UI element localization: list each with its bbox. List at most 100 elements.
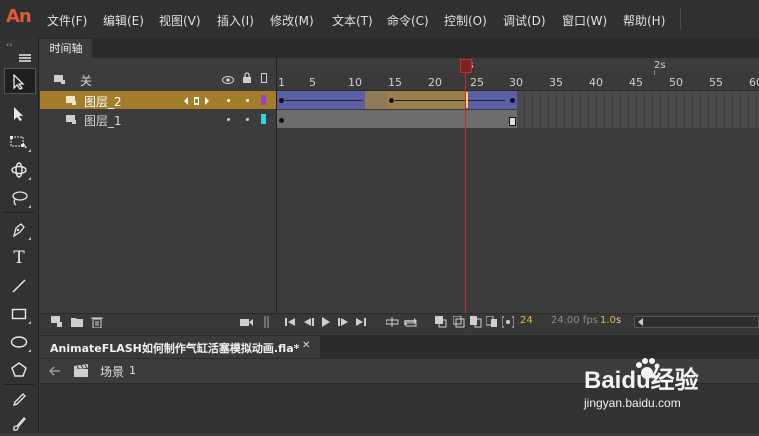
selection-tool-icon[interactable] [6,70,32,94]
tab-timeline[interactable]: 时间轴 [40,39,92,58]
ruler-frame-label: 20 [428,76,442,89]
lock-all-icon[interactable] [242,72,252,87]
collapse-panel-button[interactable]: ‹‹ [6,40,12,49]
menu-edit[interactable]: 编辑(E) [103,12,144,29]
lock-dot[interactable] [246,118,249,121]
document-tab-title[interactable]: AnimateFLASH如何制作气缸活塞模拟动画.fla* [50,340,299,356]
oval-tool-icon[interactable] [6,330,32,354]
ruler-frame-label: 5 [309,76,316,89]
tools-panel: ‹‹ T [0,38,39,433]
menu-text[interactable]: 文本(T) [332,12,373,29]
empty-frames-grid[interactable] [517,91,759,128]
loop-icon[interactable] [385,316,399,330]
text-tool-icon[interactable]: T [6,246,32,270]
keyframe-dot[interactable] [510,98,515,103]
layer-folder-icon [54,73,65,84]
pen-tool-icon[interactable] [6,218,32,242]
layer-color-swatch[interactable] [261,95,266,105]
tween-arrow [285,100,363,101]
horizontal-scrollbar[interactable] [634,316,759,328]
ruler-frame-label: 35 [549,76,563,89]
panel-menu-icon[interactable] [19,54,31,62]
keyframe-dot[interactable] [279,118,284,123]
show-hide-all-icon[interactable] [222,74,234,88]
elapsed-time-readout[interactable]: 1.0 [600,315,616,326]
panel-grip-icon[interactable] [264,316,270,331]
delete-layer-icon[interactable] [91,316,103,331]
go-to-last-frame-icon[interactable] [356,316,367,330]
menu-modify[interactable]: 修改(M) [270,12,314,29]
layer-color-swatch[interactable] [261,114,266,124]
layer-row-1[interactable]: 图层_1 [40,110,276,128]
layer-type-icon [66,95,77,109]
ruler-frame-label: 25 [470,76,484,89]
new-layer-icon[interactable] [51,316,63,331]
keyframe-dot[interactable] [389,98,394,103]
edit-multiple-frames-icon[interactable] [485,315,498,331]
document-tab[interactable]: AnimateFLASH如何制作气缸活塞模拟动画.fla* ✕ [40,336,320,358]
ruler-frame-label: 30 [509,76,523,89]
menu-commands[interactable]: 命令(C) [387,12,429,29]
menu-control[interactable]: 控制(O) [444,12,487,29]
ruler-frame-label: 40 [589,76,603,89]
playhead-line[interactable] [465,72,466,336]
keyframe-dot[interactable] [279,98,284,103]
step-back-icon[interactable] [303,316,314,330]
close-tab-icon[interactable]: ✕ [302,340,310,351]
static-frame-span[interactable] [277,110,517,128]
modify-markers-icon[interactable] [501,316,515,331]
outline-all-icon[interactable] [261,73,267,83]
subselection-tool-icon[interactable] [6,102,32,126]
layer-name[interactable]: 图层_1 [84,112,122,129]
rectangle-tool-icon[interactable] [6,302,32,326]
app-logo: An [6,6,32,27]
polystar-tool-icon[interactable] [6,358,32,382]
center-frame-icon[interactable] [435,316,447,331]
watermark-url: jingyan.baidu.com [584,396,681,410]
line-tool-icon[interactable] [6,274,32,298]
loop-playback-icon[interactable] [404,316,418,330]
play-icon[interactable] [321,316,331,330]
onion-skin-outline-icon[interactable] [470,316,482,331]
ruler-frame-label: 60 [749,76,759,89]
scene-number[interactable]: 1 [129,364,136,377]
ruler-frame-label: 45 [629,76,643,89]
ruler-frame-label: 50 [669,76,683,89]
lock-dot[interactable] [246,99,249,102]
new-folder-icon[interactable] [71,316,84,331]
end-frame-marker [509,117,516,126]
layer-row-2[interactable]: 图层_2 [40,91,276,109]
menu-file[interactable]: 文件(F) [47,12,87,29]
panel-tab-strip [40,38,759,58]
menu-bar: An 文件(F) 编辑(E) 视图(V) 插入(I) 修改(M) 文本(T) 命… [0,0,759,39]
lasso-tool-icon[interactable] [6,186,32,210]
prev-keyframe-icon[interactable] [183,95,211,109]
menu-debug[interactable]: 调试(D) [503,12,546,29]
menu-help[interactable]: 帮助(H) [623,12,665,29]
camera-icon[interactable] [240,316,253,330]
menu-insert[interactable]: 插入(I) [217,12,254,29]
go-to-first-frame-icon[interactable] [285,316,296,330]
scene-label[interactable]: 场景 [100,363,124,380]
ruler-frame-label: 15 [388,76,402,89]
menu-view[interactable]: 视图(V) [159,12,201,29]
step-forward-icon[interactable] [338,316,349,330]
free-transform-tool-icon[interactable] [6,130,32,154]
pencil-tool-icon[interactable] [6,388,32,412]
layer-name[interactable]: 图层_2 [84,93,122,110]
current-frame-readout[interactable]: 24 [520,315,533,326]
visibility-dot[interactable] [227,118,230,121]
paw-icon [636,358,660,379]
3d-rotation-tool-icon[interactable] [6,158,32,182]
layers-header-label: 关 [80,74,93,88]
fps-readout[interactable]: 24.00 fps [551,315,598,326]
onion-skin-icon[interactable] [452,315,465,331]
scroll-left-icon[interactable] [637,317,645,327]
visibility-dot[interactable] [227,99,230,102]
clapperboard-icon [74,364,88,377]
brush-tool-icon[interactable] [6,412,32,436]
tween-arrow [395,100,505,101]
menu-window[interactable]: 窗口(W) [562,12,607,29]
playhead-handle[interactable] [460,59,472,73]
back-arrow-icon[interactable] [49,366,61,376]
